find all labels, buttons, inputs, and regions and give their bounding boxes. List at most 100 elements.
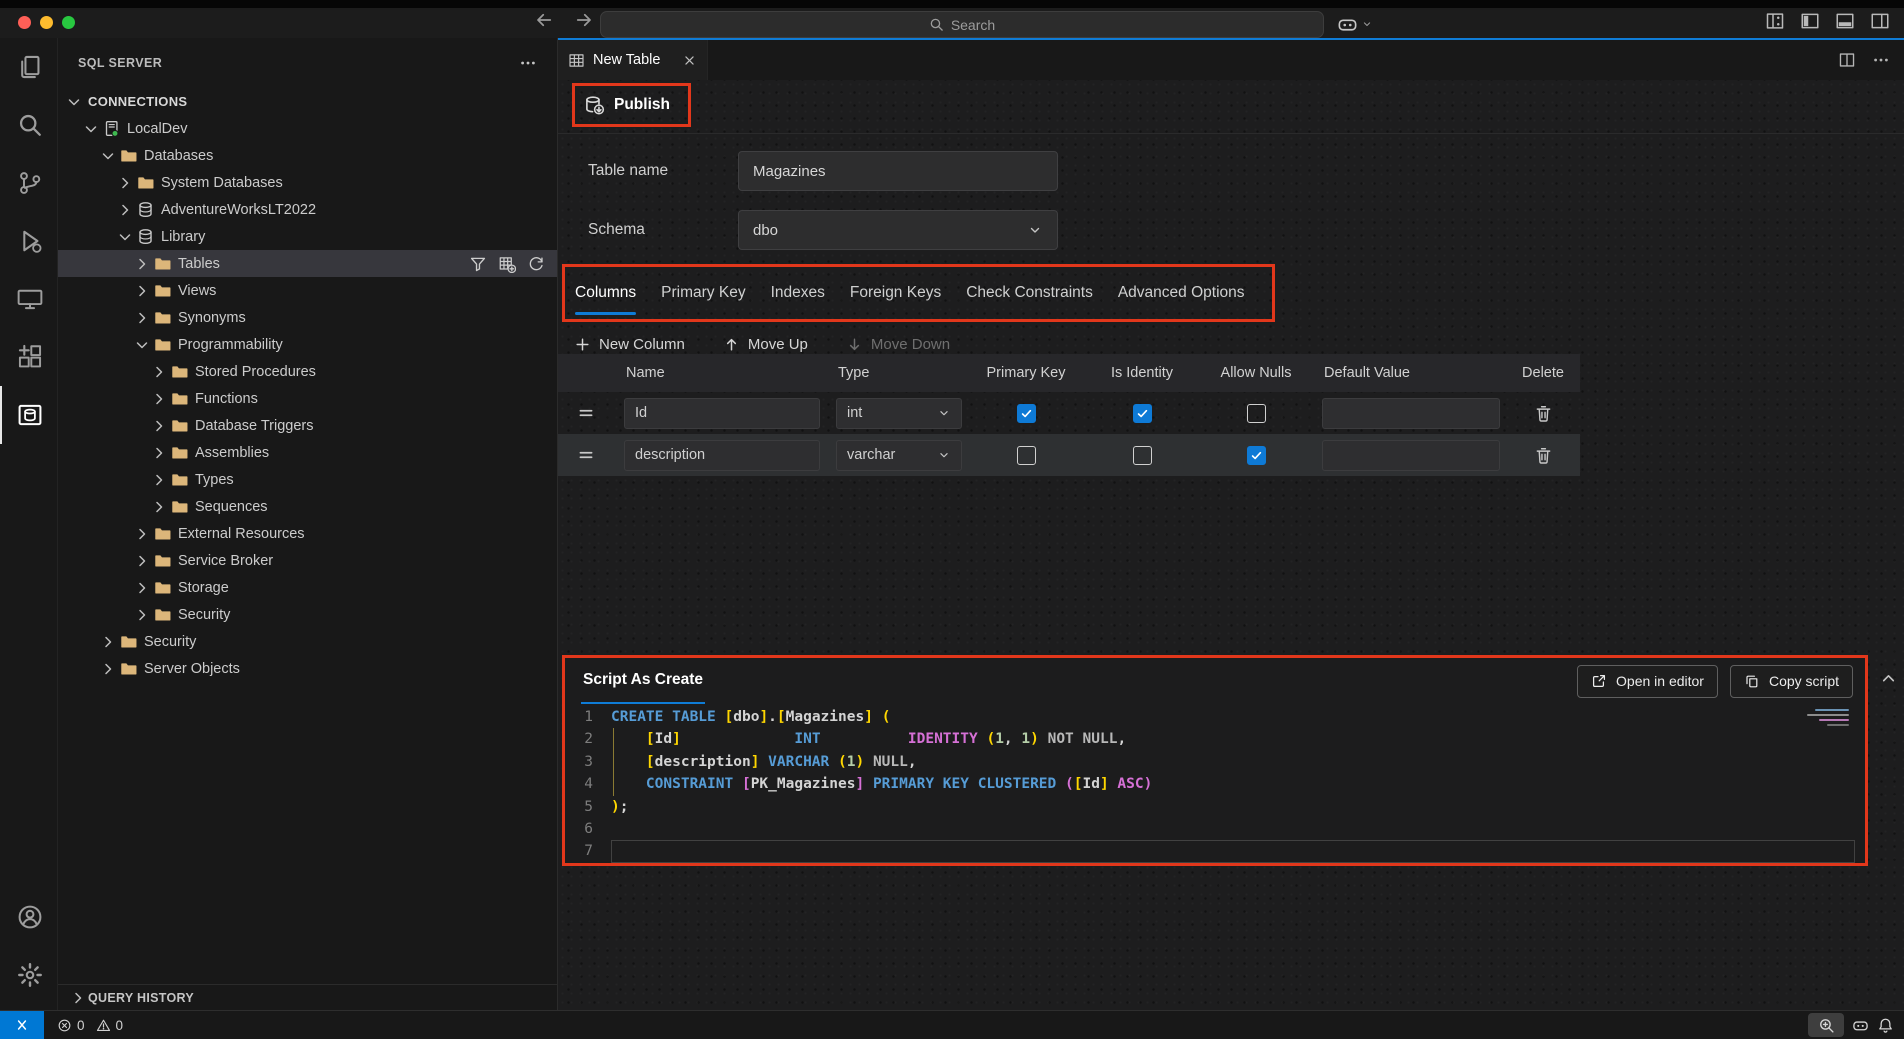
tree-item-tables[interactable]: Tables: [58, 250, 557, 277]
activity-run-debug[interactable]: [0, 212, 57, 270]
is-identity-checkbox[interactable]: [1133, 404, 1152, 423]
minimap[interactable]: [1807, 709, 1849, 726]
editor-tab-bar: New Table: [558, 40, 1904, 80]
tree-item-system-databases[interactable]: System Databases: [58, 169, 557, 196]
publish-database-icon: [584, 95, 605, 116]
is-identity-checkbox[interactable]: [1133, 446, 1152, 465]
notifications-bell-icon[interactable]: [1877, 1017, 1894, 1034]
collapse-panel-icon[interactable]: [1880, 670, 1897, 687]
tree-item-views[interactable]: Views: [58, 277, 557, 304]
allow-nulls-checkbox[interactable]: [1247, 404, 1266, 423]
tree-item-database-triggers[interactable]: Database Triggers: [58, 412, 557, 439]
chevron-down-icon: [134, 337, 154, 353]
toolbar-move-down[interactable]: Move Down: [846, 336, 950, 353]
tree-item-library[interactable]: Library: [58, 223, 557, 250]
filter-icon[interactable]: [469, 255, 487, 273]
toolbar-move-up[interactable]: Move Up: [723, 336, 808, 353]
tree-item-external-resources[interactable]: External Resources: [58, 520, 557, 547]
zoom-status-button[interactable]: [1808, 1013, 1844, 1037]
close-window-button[interactable]: [18, 16, 31, 29]
table-name-input[interactable]: Magazines: [738, 151, 1058, 191]
activity-settings[interactable]: [0, 946, 57, 1004]
activity-extensions[interactable]: [0, 328, 57, 386]
maximize-window-button[interactable]: [62, 16, 75, 29]
column-name-input[interactable]: Id: [624, 398, 820, 429]
activity-remote-explorer[interactable]: [0, 270, 57, 328]
delete-row-icon[interactable]: [1534, 446, 1553, 465]
problems-status[interactable]: 0 0: [57, 1018, 123, 1033]
schema-select[interactable]: dbo: [738, 210, 1058, 250]
designer-tab-foreign-keys[interactable]: Foreign Keys: [850, 267, 941, 319]
default-value-input[interactable]: [1322, 440, 1500, 471]
activity-accounts[interactable]: [0, 888, 57, 946]
tree-item-connections[interactable]: CONNECTIONS: [58, 88, 557, 115]
tree-item-databases[interactable]: Databases: [58, 142, 557, 169]
status-bar: 0 0: [0, 1010, 1904, 1039]
delete-row-icon[interactable]: [1534, 404, 1553, 423]
sql-code-editor[interactable]: 1 CREATE TABLE [dbo].[Magazines] ( 2 [Id…: [565, 706, 1865, 863]
more-editor-actions-icon[interactable]: [1872, 51, 1890, 69]
default-value-input[interactable]: [1322, 398, 1500, 429]
tab-new-table[interactable]: New Table: [558, 40, 708, 80]
more-actions-icon[interactable]: [519, 54, 537, 72]
column-name-input[interactable]: description: [624, 440, 820, 471]
copilot-menu[interactable]: [1337, 11, 1373, 37]
tree-item-sequences[interactable]: Sequences: [58, 493, 557, 520]
toggle-panel-icon[interactable]: [1835, 11, 1855, 31]
designer-tab-indexes[interactable]: Indexes: [771, 267, 825, 319]
designer-tab-advanced-options[interactable]: Advanced Options: [1118, 267, 1245, 319]
primary-key-checkbox[interactable]: [1017, 404, 1036, 423]
account-icon: [17, 904, 43, 930]
toggle-sidebar-icon[interactable]: [1800, 11, 1820, 31]
command-center-search[interactable]: Search: [600, 11, 1324, 38]
activity-source-control[interactable]: [0, 154, 57, 212]
tree-item-types[interactable]: Types: [58, 466, 557, 493]
activity-search[interactable]: [0, 96, 57, 154]
copilot-status-icon[interactable]: [1852, 1017, 1869, 1034]
query-history-section[interactable]: QUERY HISTORY: [58, 984, 557, 1010]
designer-tab-primary-key[interactable]: Primary Key: [661, 267, 745, 319]
designer-tab-check-constraints[interactable]: Check Constraints: [966, 267, 1093, 319]
activity-sql-server[interactable]: [0, 386, 57, 444]
mssql-icon: [17, 402, 43, 428]
tree-item-assemblies[interactable]: Assemblies: [58, 439, 557, 466]
remote-indicator[interactable]: [0, 1011, 44, 1039]
designer-tab-columns[interactable]: Columns: [575, 267, 636, 319]
tree-item-server-objects[interactable]: Server Objects: [58, 655, 557, 682]
toolbar-new-column[interactable]: New Column: [574, 336, 685, 353]
customize-layout-icon[interactable]: [1765, 11, 1785, 31]
tree-item-storage[interactable]: Storage: [58, 574, 557, 601]
script-as-create-tab[interactable]: Script As Create: [581, 658, 705, 704]
line-number: 2: [565, 728, 611, 750]
activity-explorer[interactable]: [0, 38, 57, 96]
column-type-select[interactable]: int: [836, 398, 962, 429]
tree-item-security[interactable]: Security: [58, 601, 557, 628]
tree-item-security[interactable]: Security: [58, 628, 557, 655]
minimize-window-button[interactable]: [40, 16, 53, 29]
allow-nulls-checkbox[interactable]: [1247, 446, 1266, 465]
debug-icon: [17, 228, 43, 254]
drag-handle-icon[interactable]: [577, 404, 595, 422]
tree-item-adventureworkslt2022[interactable]: AdventureWorksLT2022: [58, 196, 557, 223]
navigate-back-icon[interactable]: [534, 10, 554, 30]
split-editor-icon[interactable]: [1838, 51, 1856, 69]
tree-item-functions[interactable]: Functions: [58, 385, 557, 412]
column-type-select[interactable]: varchar: [836, 440, 962, 471]
tree-item-localdev[interactable]: LocalDev: [58, 115, 557, 142]
tree-item-synonyms[interactable]: Synonyms: [58, 304, 557, 331]
tree-item-service-broker[interactable]: Service Broker: [58, 547, 557, 574]
refresh-icon[interactable]: [527, 255, 545, 273]
copy-script-button[interactable]: Copy script: [1730, 665, 1853, 698]
navigate-forward-icon[interactable]: [574, 10, 594, 30]
close-tab-icon[interactable]: [682, 53, 697, 68]
tree-item-programmability[interactable]: Programmability: [58, 331, 557, 358]
toggle-secondary-sidebar-icon[interactable]: [1870, 11, 1890, 31]
open-in-editor-button[interactable]: Open in editor: [1577, 665, 1718, 698]
chevron-down-icon: [117, 229, 137, 245]
drag-handle-icon[interactable]: [577, 446, 595, 464]
tree-item-stored-procedures[interactable]: Stored Procedures: [58, 358, 557, 385]
publish-button[interactable]: Publish: [584, 95, 670, 116]
folder-icon: [171, 417, 193, 434]
primary-key-checkbox[interactable]: [1017, 446, 1036, 465]
table-plus-icon[interactable]: [498, 255, 516, 273]
